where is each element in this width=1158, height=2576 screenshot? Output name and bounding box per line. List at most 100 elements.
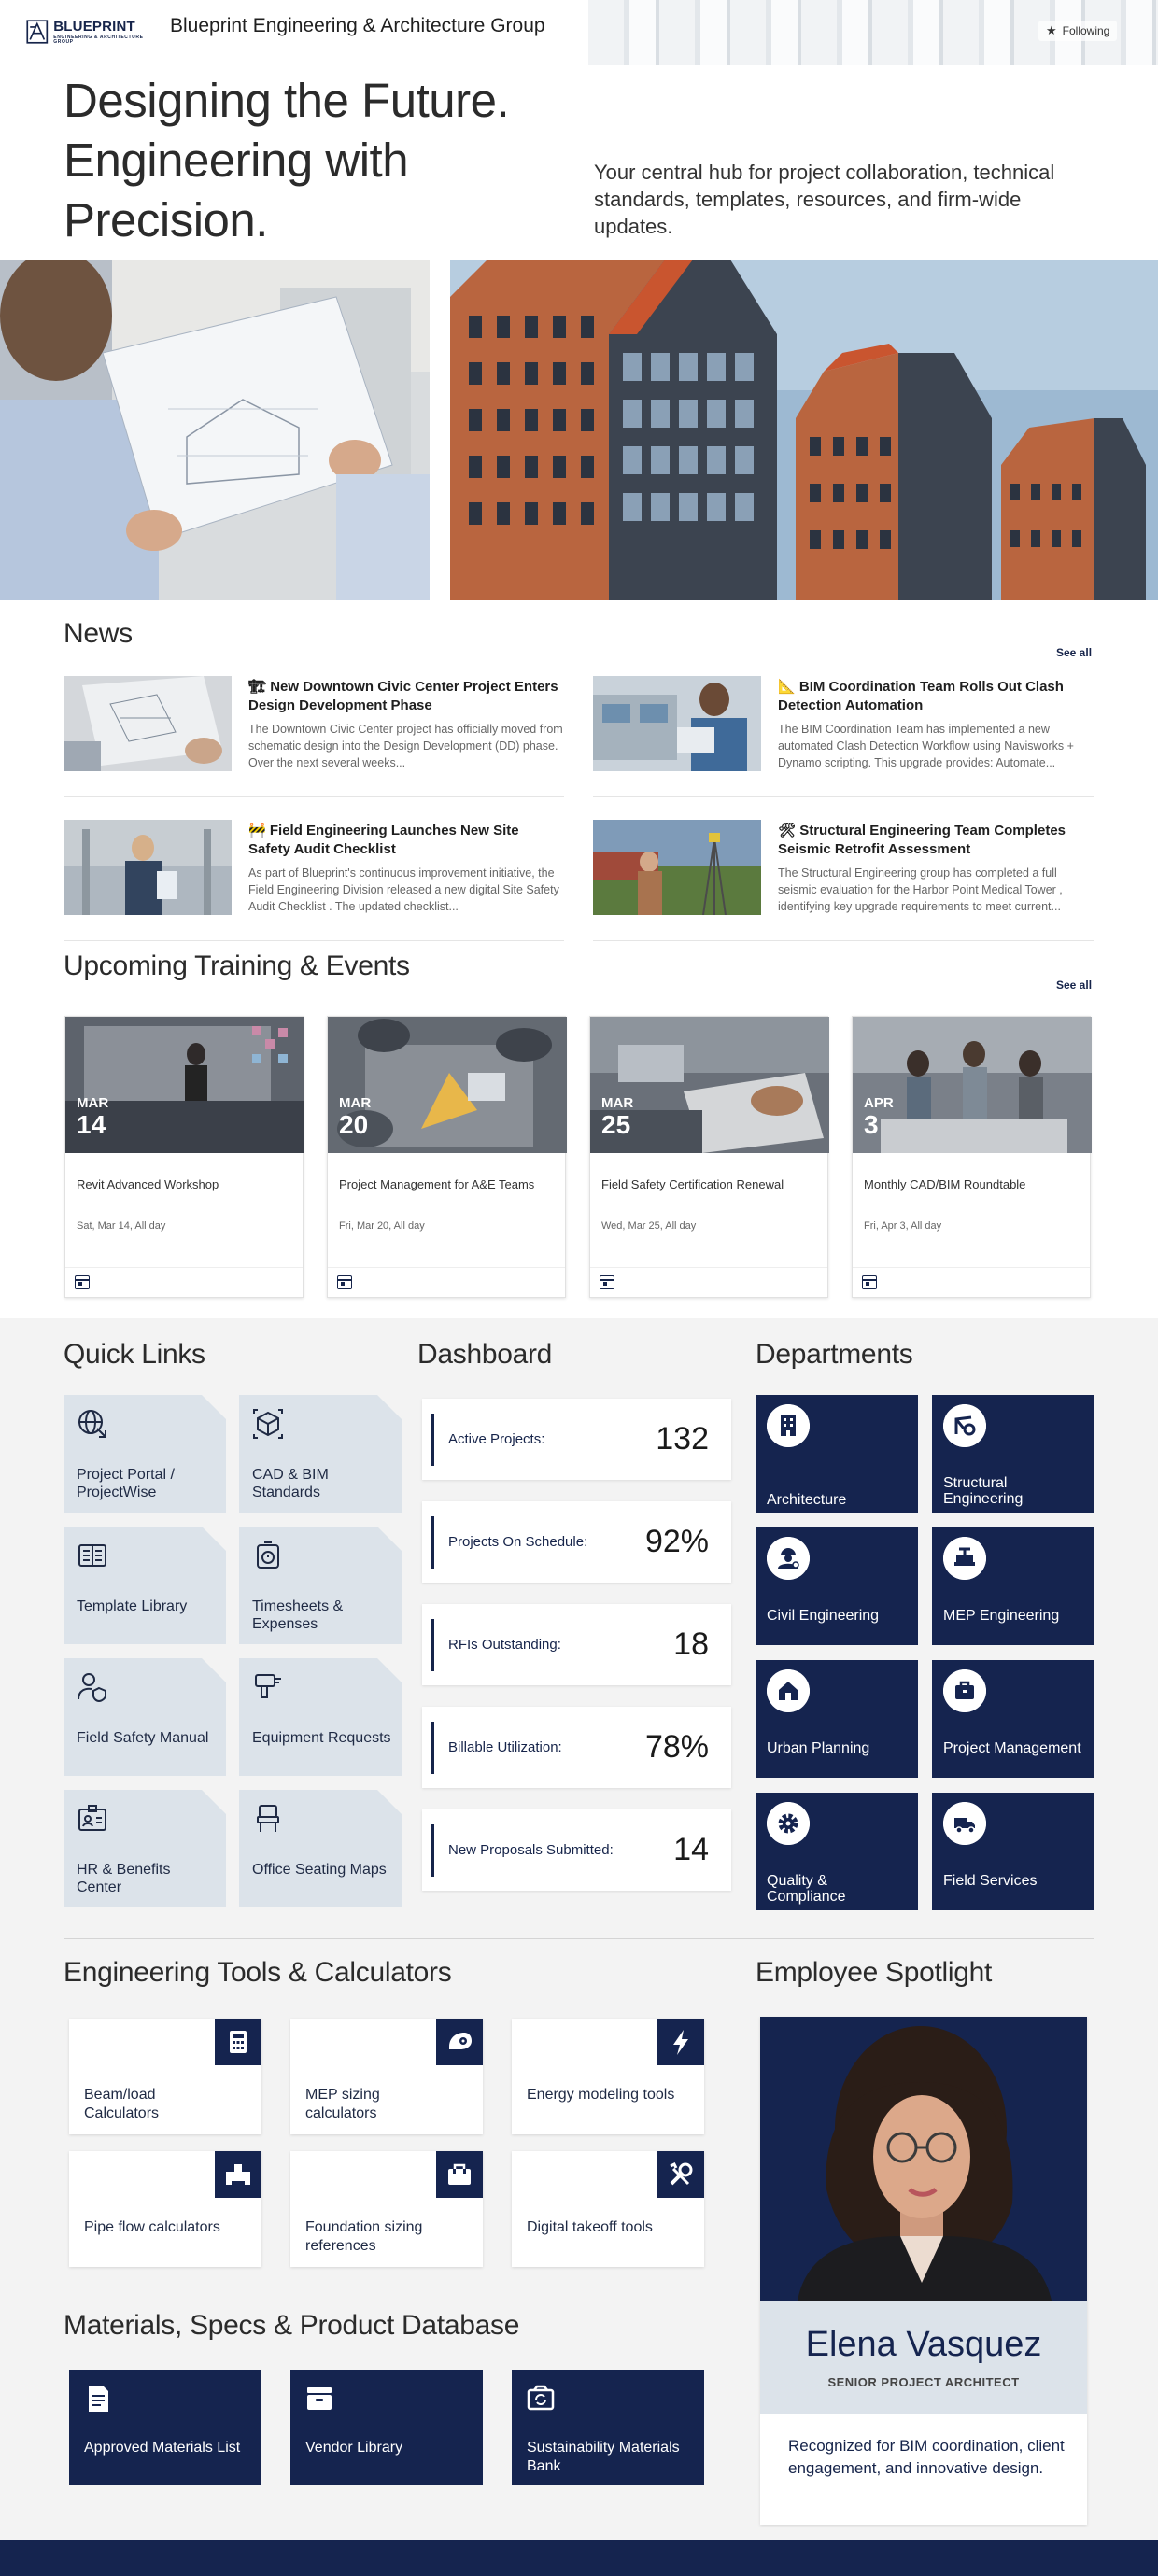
site-footer <box>0 2540 1158 2576</box>
news-summary: The BIM Coordination Team has implemente… <box>778 723 1074 769</box>
document-icon <box>89 2386 108 2412</box>
event-date: MAR 14 <box>77 1095 108 1139</box>
tool-beam-load[interactable]: Beam/load Calculators <box>69 2019 261 2134</box>
department-structural[interactable]: Structural Engineering <box>932 1395 1094 1513</box>
event-month: MAR <box>601 1095 634 1111</box>
metric-label: RFIs Outstanding: <box>448 1637 561 1653</box>
metric-value: 18 <box>673 1626 709 1662</box>
event-date: APR 3 <box>864 1095 894 1139</box>
logo-subtext: ENGINEERING & ARCHITECTURE GROUP <box>53 34 144 45</box>
news-headline: BIM Coordination Team Rolls Out Clash De… <box>778 679 1064 713</box>
event-card[interactable]: MAR 25 Field Safety Certification Renewa… <box>589 1016 829 1298</box>
material-label: Approved Materials List <box>84 2440 241 2456</box>
tool-label: Pipe flow calculators <box>84 2219 220 2235</box>
tool-energy-modeling[interactable]: Energy modeling tools <box>512 2019 704 2134</box>
quick-link-label: Equipment Requests <box>252 1730 391 1746</box>
news-summary: The Structural Engineering group has com… <box>778 866 1063 913</box>
metric-value: 14 <box>673 1832 709 1867</box>
following-button[interactable]: ★ Following <box>1038 21 1118 41</box>
department-project-management[interactable]: Project Management <box>932 1660 1094 1778</box>
event-time: Wed, Mar 25, All day <box>601 1220 697 1232</box>
quick-link-template-library[interactable]: Template Library <box>64 1527 226 1644</box>
add-to-calendar-icon[interactable] <box>337 1275 352 1289</box>
news-thumbnail <box>593 820 761 915</box>
wrench-icon <box>670 2161 693 2186</box>
construction-icon: 🏗 <box>248 679 267 695</box>
add-to-calendar-icon[interactable] <box>600 1275 614 1289</box>
tool-mep-sizing[interactable]: MEP sizing calculators <box>290 2019 483 2134</box>
toolbox-icon <box>448 2163 471 2185</box>
recycle-box-icon <box>527 2385 555 2411</box>
logo-mark-icon <box>26 20 49 44</box>
section-divider <box>64 1938 1094 1939</box>
quick-link-field-safety[interactable]: Field Safety Manual <box>64 1658 226 1776</box>
news-item[interactable]: 📐 BIM Coordination Team Rolls Out Clash … <box>593 676 1094 797</box>
add-to-calendar-icon[interactable] <box>862 1275 877 1289</box>
material-vendor-library[interactable]: Vendor Library <box>290 2370 483 2485</box>
event-time: Sat, Mar 14, All day <box>77 1220 166 1232</box>
news-item[interactable]: 🛠 Structural Engineering Team Completes … <box>593 820 1094 941</box>
quick-link-label: Template Library <box>77 1598 188 1614</box>
tool-label: Digital takeoff tools <box>527 2219 653 2235</box>
material-label: Vendor Library <box>305 2440 403 2456</box>
quick-link-hr-benefits[interactable]: HR & Benefits Center <box>64 1790 226 1907</box>
timer-icon <box>257 1541 279 1569</box>
quick-link-project-portal[interactable]: Project Portal / ProjectWise <box>64 1395 226 1513</box>
event-time: Fri, Mar 20, All day <box>339 1220 425 1232</box>
lightning-icon <box>673 2030 688 2055</box>
employee-role: SENIOR PROJECT ARCHITECT <box>827 2375 1020 2389</box>
event-card[interactable]: MAR 20 Project Management for A&E Teams … <box>327 1016 567 1298</box>
event-card[interactable]: MAR 14 Revit Advanced Workshop Sat, Mar … <box>64 1016 304 1298</box>
department-mep[interactable]: MEP Engineering <box>932 1527 1094 1645</box>
site-title[interactable]: Blueprint Engineering & Architecture Gro… <box>170 15 545 37</box>
metric-active-projects: Active Projects: 132 <box>422 1399 731 1480</box>
news-section-title: News <box>64 618 133 649</box>
quick-link-label: HR & Benefits Center <box>77 1862 171 1895</box>
department-urban-planning[interactable]: Urban Planning <box>756 1660 918 1778</box>
department-label: Quality & Compliance <box>767 1873 846 1905</box>
department-field-services[interactable]: Field Services <box>932 1793 1094 1910</box>
company-logo[interactable]: BLUEPRINT ENGINEERING & ARCHITECTURE GRO… <box>26 13 148 50</box>
tool-foundation-sizing[interactable]: Foundation sizing references <box>290 2151 483 2267</box>
metric-projects-on-schedule: Projects On Schedule: 92% <box>422 1501 731 1583</box>
spotlight-title: Employee Spotlight <box>756 1957 993 1988</box>
department-architecture[interactable]: Architecture <box>756 1395 918 1513</box>
employee-name: Elena Vasquez <box>805 2325 1042 2364</box>
news-headline: Field Engineering Launches New Site Safe… <box>248 823 519 857</box>
tool-label: Foundation sizing references <box>305 2219 423 2254</box>
event-title: Project Management for A&E Teams <box>339 1177 535 1191</box>
material-approved-list[interactable]: Approved Materials List <box>69 2370 261 2485</box>
event-card[interactable]: APR 3 Monthly CAD/BIM Roundtable Fri, Ap… <box>852 1016 1092 1298</box>
material-sustainability-bank[interactable]: Sustainability Materials Bank <box>512 2370 704 2485</box>
employee-spotlight-card[interactable]: Elena Vasquez SENIOR PROJECT ARCHITECT R… <box>760 2017 1087 2525</box>
news-item[interactable]: 🚧 Field Engineering Launches New Site Sa… <box>64 820 564 941</box>
calculator-icon <box>230 2031 247 2053</box>
quick-links-title: Quick Links <box>64 1339 205 1370</box>
pipe-icon <box>226 2164 250 2185</box>
department-label: Structural Engineering <box>943 1475 1024 1507</box>
event-day: 20 <box>339 1110 369 1139</box>
events-see-all-link[interactable]: See all <box>1056 978 1092 992</box>
house-icon <box>767 1669 810 1712</box>
department-label: MEP Engineering <box>943 1608 1060 1624</box>
news-headline: Structural Engineering Team Completes Se… <box>778 823 1066 857</box>
tool-pipe-flow[interactable]: Pipe flow calculators <box>69 2151 261 2267</box>
metric-value: 132 <box>656 1421 709 1457</box>
event-title: Field Safety Certification Renewal <box>601 1177 784 1191</box>
quick-link-equipment-requests[interactable]: Equipment Requests <box>239 1658 402 1776</box>
following-label: Following <box>1062 24 1110 37</box>
gear-icon <box>767 1802 810 1845</box>
department-quality-compliance[interactable]: Quality & Compliance <box>756 1793 918 1910</box>
department-civil[interactable]: Civil Engineering <box>756 1527 918 1645</box>
department-label: Architecture <box>767 1492 847 1508</box>
news-see-all-link[interactable]: See all <box>1056 646 1092 659</box>
barrier-icon: 🚧 <box>248 823 266 838</box>
news-item[interactable]: 🏗 New Downtown Civic Center Project Ente… <box>64 676 564 797</box>
tool-digital-takeoff[interactable]: Digital takeoff tools <box>512 2151 704 2267</box>
quick-link-timesheets[interactable]: Timesheets & Expenses <box>239 1527 402 1644</box>
add-to-calendar-icon[interactable] <box>75 1275 90 1289</box>
quick-link-label: Project Portal / ProjectWise <box>77 1467 175 1500</box>
quick-link-cad-bim[interactable]: CAD & BIM Standards <box>239 1395 402 1513</box>
news-headline: New Downtown Civic Center Project Enters… <box>248 679 558 713</box>
quick-link-office-seating[interactable]: Office Seating Maps <box>239 1790 402 1907</box>
